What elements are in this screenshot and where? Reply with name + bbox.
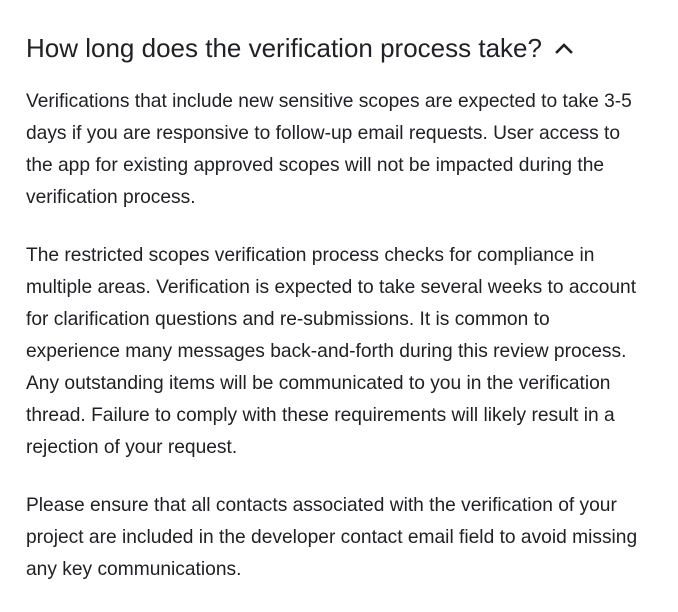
- faq-answer: Verifications that include new sensitive…: [26, 86, 646, 612]
- faq-toggle[interactable]: How long does the verification process t…: [26, 28, 576, 68]
- chevron-up-icon[interactable]: [552, 36, 576, 60]
- faq-item: How long does the verification process t…: [0, 0, 678, 602]
- answer-paragraph: The restricted scopes verification proce…: [26, 245, 637, 458]
- answer-paragraph: Verifications that include new sensitive…: [26, 91, 632, 208]
- faq-question: How long does the verification process t…: [26, 33, 542, 63]
- answer-paragraph: Please ensure that all contacts associat…: [26, 495, 638, 580]
